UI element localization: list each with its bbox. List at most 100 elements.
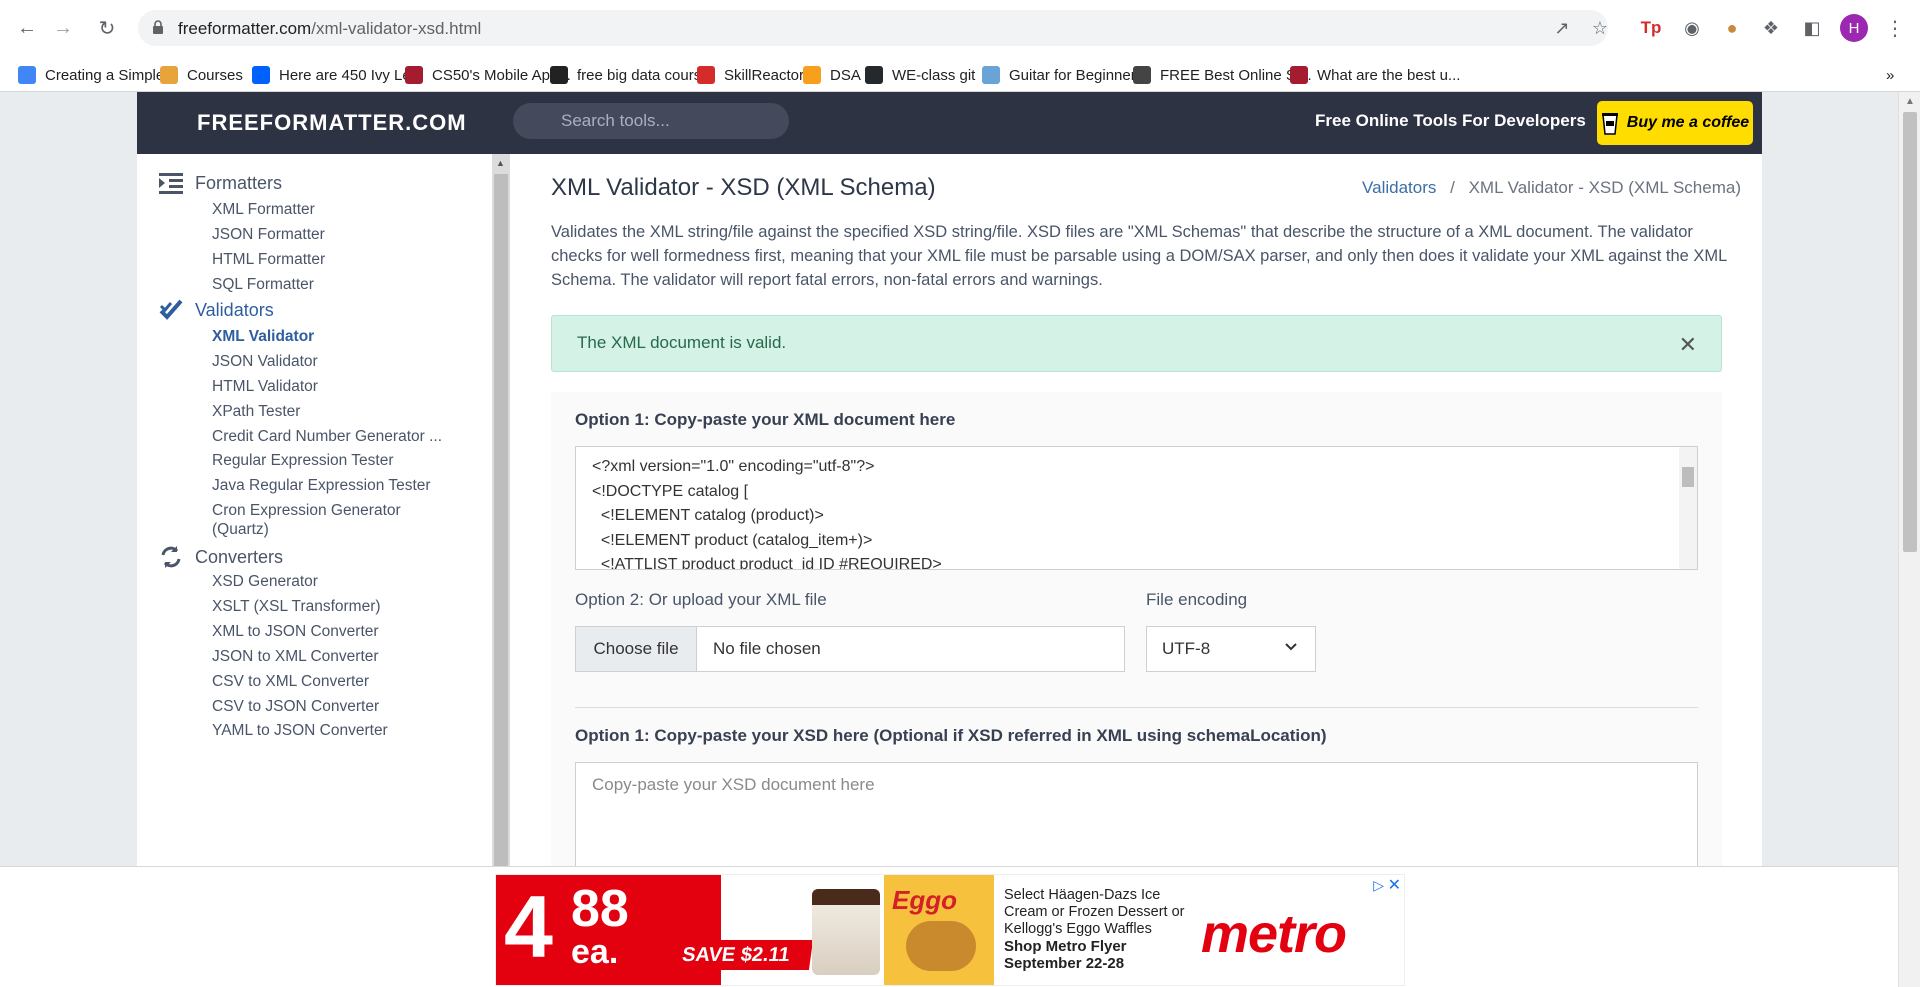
encoding-label: File encoding (1146, 590, 1248, 609)
bookmark-item[interactable]: Creating a Simple... (18, 64, 177, 86)
sidebar-item[interactable]: XSD Generator (212, 573, 318, 591)
bookmark-item[interactable]: Guitar for Beginner... (982, 64, 1147, 86)
alert-message: The XML document is valid. (577, 333, 787, 352)
eggo-logo: Eggo (892, 885, 957, 915)
xml-input-textarea[interactable]: <?xml version="1.0" encoding="utf-8"?> <… (575, 446, 1698, 570)
bookmark-item[interactable]: FREE Best Online Si... (1133, 64, 1312, 86)
waffle-image (906, 921, 976, 971)
success-alert: The XML document is valid. ✕ (551, 315, 1722, 372)
page-viewport: FREEFORMATTER.COM Search tools... Free O… (0, 92, 1898, 987)
profile-avatar[interactable]: H (1840, 14, 1868, 42)
side-panel-icon[interactable]: ◧ (1799, 15, 1825, 41)
skillreactor-icon (697, 66, 715, 84)
upload-label: Option 2: Or upload your XML file (575, 590, 827, 609)
scroll-up-arrow-icon[interactable]: ▲ (1905, 96, 1915, 107)
tp-extension-icon[interactable]: Tp (1638, 15, 1664, 41)
sidebar-item[interactable]: Java Regular Expression Tester (212, 477, 431, 495)
ice-cream-tub-image (812, 889, 880, 975)
sidebar-item[interactable]: HTML Formatter (212, 251, 325, 269)
globe-icon (982, 66, 1000, 84)
forward-arrow-icon[interactable]: → (49, 14, 77, 42)
sidebar-item[interactable]: XML Validator (212, 328, 314, 346)
file-status: No file chosen (713, 639, 821, 658)
textarea-scrollbar[interactable] (1679, 447, 1697, 569)
sidebar-item[interactable]: Credit Card Number Generator ... (212, 428, 442, 446)
sidebar-item[interactable]: HTML Validator (212, 378, 318, 396)
sidebar-item[interactable]: CSV to JSON Converter (212, 698, 379, 716)
bookmark-item[interactable]: Here are 450 Ivy Le... (252, 64, 423, 86)
ad-price-whole: 4 (504, 877, 553, 976)
ad-price-unit: ea. (571, 933, 619, 971)
cc-icon (550, 66, 568, 84)
sidebar-item[interactable]: JSON Validator (212, 353, 318, 371)
ad-banner[interactable]: 4 88 ea. SAVE $2.11 Eggo Select Häagen-D… (495, 874, 1405, 986)
sidebar-scrollbar[interactable]: ▲ (492, 154, 510, 987)
bookmarks-overflow-icon[interactable]: » (1886, 64, 1894, 86)
camera-icon[interactable]: ◉ (1679, 15, 1705, 41)
bookmark-item[interactable]: free big data course (550, 64, 710, 86)
bookmark-item[interactable]: Courses (160, 64, 243, 86)
bookmark-item[interactable]: DSA (803, 64, 861, 86)
chevron-down-icon (1285, 643, 1297, 651)
sidebar-item[interactable]: (Quartz) (212, 521, 269, 539)
sidebar-item[interactable]: JSON to XML Converter (212, 648, 379, 666)
search-input[interactable]: Search tools... (513, 103, 789, 139)
close-icon[interactable]: ✕ (1679, 332, 1697, 358)
metro-logo: metro (1201, 904, 1347, 964)
bookmark-label: Courses (187, 66, 243, 84)
page-scroll-thumb[interactable] (1903, 112, 1917, 552)
sidebar-section-formatters[interactable]: Formatters (159, 170, 282, 196)
bookmark-item[interactable]: CS50's Mobile App... (405, 64, 571, 86)
sidebar-nav: Formatters XML Formatter JSON Formatter HTM… (137, 154, 492, 987)
close-icon[interactable]: ✕ (1388, 875, 1401, 895)
reload-icon[interactable]: ↻ (93, 14, 121, 42)
breadcrumb-current: XML Validator - XSD (XML Schema) (1468, 178, 1741, 197)
sidebar-scroll-thumb[interactable] (494, 174, 508, 974)
eggo-box-image: Eggo (884, 875, 994, 985)
sidebar-item[interactable]: Regular Expression Tester (212, 452, 394, 470)
xsd-paste-label: Option 1: Copy-paste your XSD here (Opti… (575, 726, 1327, 745)
sidebar-section-converters[interactable]: Converters (159, 544, 283, 570)
encoding-select[interactable]: UTF-8 (1146, 626, 1316, 672)
back-arrow-icon[interactable]: ← (13, 14, 41, 42)
site-logo[interactable]: FREEFORMATTER.COM (197, 110, 467, 136)
sidebar-item[interactable]: XPath Tester (212, 403, 300, 421)
xml-input-content: <?xml version="1.0" encoding="utf-8"?> <… (592, 458, 942, 570)
textarea-scroll-thumb[interactable] (1682, 467, 1694, 487)
buy-coffee-button[interactable]: Buy me a coffee (1597, 101, 1753, 145)
breadcrumb-validators-link[interactable]: Validators (1362, 178, 1436, 197)
sidebar-item[interactable]: XML Formatter (212, 201, 315, 219)
choose-file-button[interactable]: Choose file (576, 627, 697, 671)
xml-paste-label: Option 1: Copy-paste your XML document h… (575, 410, 956, 429)
browser-chrome: ← → ↻ freeformatter.com/xml-validator-xs… (0, 0, 1920, 92)
bookmark-item[interactable]: SkillReactor (697, 64, 804, 86)
share-icon[interactable]: ↗ (1549, 15, 1575, 41)
sidebar-item[interactable]: YAML to JSON Converter (212, 722, 388, 740)
browser-menu-icon[interactable]: ⋮ (1882, 15, 1908, 41)
puzzle-extensions-icon[interactable]: ❖ (1758, 15, 1784, 41)
sidebar-item[interactable]: CSV to XML Converter (212, 673, 369, 691)
sidebar-section-validators[interactable]: Validators (159, 297, 274, 323)
bookmark-item[interactable]: WE-class git (865, 64, 975, 86)
bookmark-label: Guitar for Beginner... (1009, 66, 1148, 84)
sidebar-section-label: Validators (195, 299, 274, 320)
dropbox-icon (252, 66, 270, 84)
file-upload-input[interactable]: Choose file No file chosen (575, 626, 1125, 672)
scroll-up-arrow-icon[interactable]: ▲ (496, 158, 505, 168)
dsa-icon (803, 66, 821, 84)
sidebar-item[interactable]: JSON Formatter (212, 226, 325, 244)
ad-price-cents: 88 (571, 880, 629, 938)
bookmark-item[interactable]: What are the best u... (1290, 64, 1460, 86)
sidebar-item[interactable]: XML to JSON Converter (212, 623, 379, 641)
adchoices-icon[interactable]: ▷ (1373, 877, 1384, 894)
bookmark-label: SkillReactor (724, 66, 805, 84)
bookmark-label: DSA (830, 66, 861, 84)
ad-copy: Select Häagen-Dazs Ice Cream or Frozen D… (1004, 887, 1194, 972)
page-scrollbar[interactable]: ▲ (1898, 92, 1920, 987)
sidebar-item[interactable]: XSLT (XSL Transformer) (212, 598, 381, 616)
address-bar[interactable]: freeformatter.com/xml-validator-xsd.html (138, 10, 1608, 46)
sidebar-item[interactable]: Cron Expression Generator (212, 502, 401, 520)
star-icon[interactable]: ☆ (1587, 15, 1613, 41)
cookie-icon[interactable]: ● (1719, 15, 1745, 41)
sidebar-item[interactable]: SQL Formatter (212, 276, 314, 294)
